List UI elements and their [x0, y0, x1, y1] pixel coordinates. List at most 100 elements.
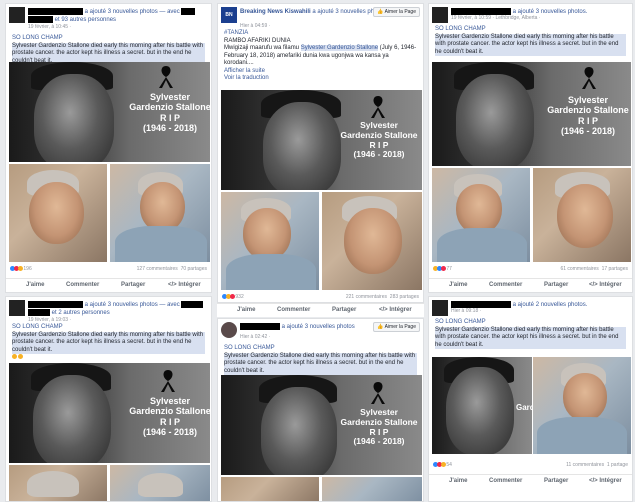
photo-main[interactable]: Sylvester Gardenzio Stallone R I P (1946… [9, 363, 210, 463]
see-more-link[interactable]: Afficher la suite [224, 68, 417, 76]
comment-button[interactable]: Commenter [489, 478, 522, 484]
photo-sub-left[interactable] [9, 463, 107, 501]
comment-button[interactable]: Commenter [277, 307, 310, 313]
avatar[interactable] [9, 7, 25, 23]
rip-name2: Gardenzio Stallone [129, 102, 210, 113]
post-timestamp[interactable]: 19 février, à 10:59 · Lethbridge, Albert… [451, 15, 541, 21]
sad-emoji-icon [17, 354, 23, 359]
face [140, 182, 185, 232]
post-header: BN Breaking News Kiswahili a ajouté 3 no… [218, 4, 423, 29]
reaction-summary[interactable]: 77 [433, 266, 452, 272]
embed-button[interactable]: </> Intégrer [168, 282, 201, 288]
reaction-summary[interactable]: 54 [433, 462, 452, 468]
name-link[interactable]: Sylvester Gardenzio Stallone [300, 45, 379, 51]
avatar[interactable] [432, 300, 448, 316]
photo-grid[interactable]: Sylvester Gardenzio Stallone R I P (1946… [9, 363, 210, 501]
post-headline: SO LONG CHAMP [12, 324, 63, 330]
reaction-count: 54 [446, 462, 452, 468]
photo-grid[interactable]: Sylvester Gardenzio Stallone R I P (1946… [221, 375, 422, 501]
translate-link[interactable]: Voir la traduction [224, 75, 417, 83]
embed-button[interactable]: </> Intégrer [379, 307, 412, 313]
photo-sub-right[interactable] [322, 475, 422, 501]
post-stats: 54 11 commentaires 1 partage [429, 460, 632, 470]
action-text: a ajouté 3 nouvelles photos [281, 324, 355, 331]
photo-grid[interactable]: Sylvester Gardenzio Stallone R I P (1946… [9, 62, 210, 262]
share-button[interactable]: Partager [544, 478, 568, 484]
embed-button[interactable]: </> Intégrer [589, 478, 622, 484]
photo-sub-right[interactable] [322, 190, 422, 290]
rip-caption: Sylvester Gardenzio Stallone R I P (1946… [545, 95, 631, 136]
comments-shares[interactable]: 11 commentaires 1 partage [566, 462, 628, 468]
redacted-name [240, 323, 280, 330]
hashtag[interactable]: #TANZIA [224, 30, 417, 38]
post-timestamp[interactable]: Hier à 09:18 · [451, 308, 481, 314]
like-button[interactable]: J'aime [26, 282, 44, 288]
photo-sub-right[interactable] [110, 463, 210, 501]
comment-button[interactable]: Commenter [489, 282, 522, 288]
photo-sub-right[interactable] [110, 162, 210, 262]
rip-text: R I P [159, 416, 180, 427]
comments-shares[interactable]: 127 commentaires 70 partages [137, 266, 207, 272]
like-page-label: Aimer la Page [384, 9, 416, 15]
reaction-summary[interactable]: 932 [222, 294, 244, 300]
embed-button[interactable]: </> Intégrer [589, 282, 622, 288]
like-page-button[interactable]: 👍 Aimer la Page [373, 7, 420, 17]
photo-sub-left[interactable] [221, 475, 319, 501]
comments-shares[interactable]: 61 commentaires 17 partages [560, 266, 628, 272]
reaction-summary[interactable]: 196 [10, 266, 32, 272]
photo-main[interactable]: Garde [432, 357, 532, 454]
avatar[interactable] [9, 300, 25, 316]
emoji-line [12, 354, 205, 362]
photo-main[interactable]: Sylvester Gardenzio Stallone R I P (1946… [432, 62, 631, 166]
post-timestamp[interactable]: Hier à 02:42 · [240, 334, 270, 340]
share-button[interactable]: Partager [121, 282, 145, 288]
like-button[interactable]: J'aime [449, 478, 467, 484]
post-stats: 932 221 commentaires 283 partages [218, 292, 423, 302]
rip-years: (1946 - 2018) [142, 427, 198, 438]
photo-grid[interactable]: Sylvester Gardenzio Stallone R I P (1946… [221, 90, 422, 290]
redacted-name [28, 309, 50, 317]
photo-sub-right[interactable] [533, 166, 631, 262]
photo-main[interactable]: Sylvester Gardenzio Stallone R I P (1946… [221, 90, 422, 190]
page-name-link[interactable]: Breaking News Kiswahili [240, 9, 311, 15]
photo-sub-left[interactable] [221, 190, 319, 290]
photo-sub-right[interactable] [533, 357, 631, 454]
rip-name1: Sylvester [149, 396, 191, 406]
face [344, 208, 402, 274]
share-button[interactable]: Partager [544, 282, 568, 288]
like-button[interactable]: J'aime [237, 307, 255, 313]
comments-count: 61 commentaires [560, 266, 599, 272]
page-avatar[interactable]: BN [221, 7, 237, 23]
post-5: a ajouté 3 nouvelles photos 👍 Aimer la P… [217, 318, 424, 502]
face [34, 74, 114, 162]
ribbon-icon [371, 96, 385, 118]
hair [138, 473, 183, 497]
like-button[interactable]: J'aime [449, 282, 467, 288]
post-body: Sylvester Gardenzio Stallone died early … [435, 33, 626, 56]
like-icon: 👍 [377, 324, 384, 330]
others-link[interactable]: et 93 autres personnes [55, 17, 116, 23]
others-link[interactable]: et 2 autres personnes [52, 310, 110, 316]
photo-grid[interactable]: Sylvester Gardenzio Stallone R I P (1946… [432, 62, 631, 262]
like-page-button[interactable]: 👍 Aimer la Page [373, 322, 420, 332]
post-body: Sylvester Gardenzio Stallone died early … [435, 326, 626, 349]
photo-main[interactable]: Sylvester Gardenzio Stallone R I P (1946… [9, 62, 210, 162]
comments-shares[interactable]: 221 commentaires 283 partages [346, 294, 419, 300]
photo-main[interactable]: Sylvester Gardenzio Stallone R I P (1946… [221, 375, 422, 475]
post-timestamp[interactable]: 19 février, à 19:03 · [28, 317, 71, 323]
shares-count: 1 partage [606, 462, 628, 468]
share-button[interactable]: Partager [332, 307, 356, 313]
rip-caption: Sylvester Gardenzio Stallone R I P (1946… [336, 407, 422, 447]
photo-grid[interactable]: Garde [432, 357, 631, 454]
post-timestamp[interactable]: Hier à 04:59 · [240, 23, 270, 29]
post-headline: SO LONG CHAMP [435, 26, 486, 32]
photo-sub-left[interactable] [9, 162, 107, 262]
reaction-count: 77 [446, 266, 452, 272]
ribbon-icon [159, 66, 173, 88]
comment-button[interactable]: Commenter [66, 282, 99, 288]
post-timestamp[interactable]: 19 février, à 10:45 · [28, 24, 71, 30]
post-actions: J'aime Commenter Partager </> Intégrer [6, 278, 211, 292]
avatar[interactable] [221, 322, 237, 338]
photo-sub-left[interactable] [432, 166, 530, 262]
avatar[interactable] [432, 7, 448, 23]
